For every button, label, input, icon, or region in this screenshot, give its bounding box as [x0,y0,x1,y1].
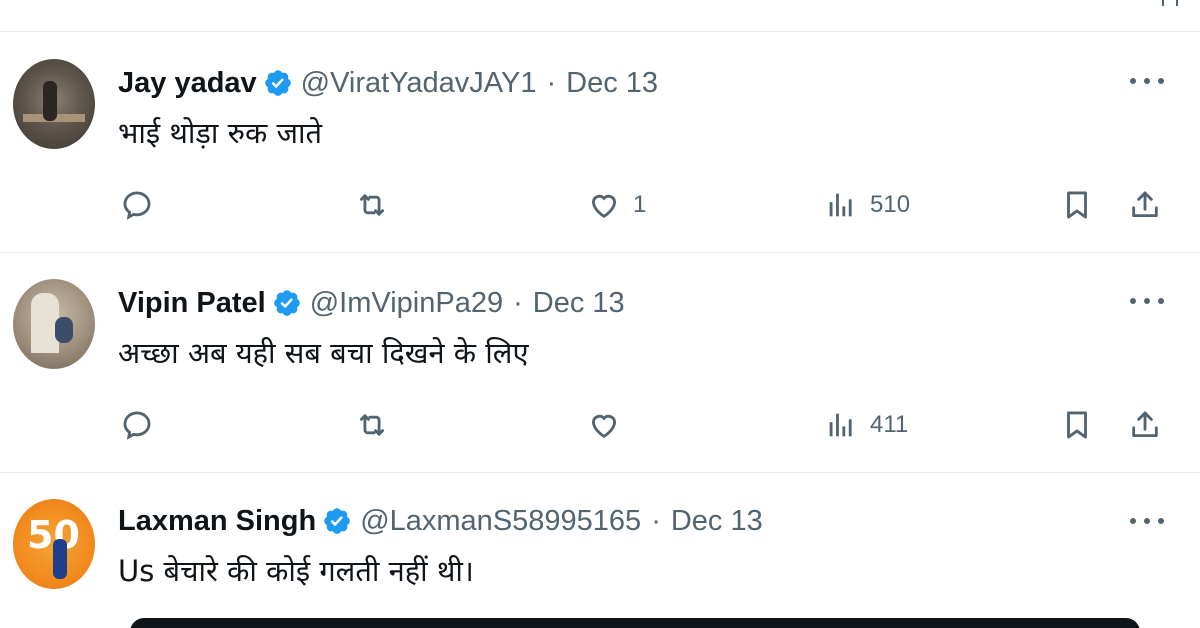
previous-tweet-edge [0,0,1200,32]
tweet-date[interactable]: Dec 13 [533,287,625,320]
media-preview-edge[interactable] [130,618,1140,628]
like-icon [591,414,617,438]
retweet-button[interactable] [355,403,389,447]
view-count: 411 [870,411,909,438]
user-handle[interactable]: @ImVipinPa29 [310,287,503,320]
reply-tweet[interactable]: Jay yadav @ViratYadavJAY1 · Dec 13 भाई थ… [0,33,1200,253]
tweet-header: Laxman Singh @LaxmanS58995165 · Dec 13 [118,503,763,539]
share-icon [1132,191,1158,218]
tweet-date[interactable]: Dec 13 [566,67,658,100]
reply-icon [123,191,151,220]
bookmark-button[interactable] [1060,183,1094,227]
separator: · [513,286,523,319]
avatar[interactable] [13,59,95,149]
separator: · [546,66,557,99]
views-icon [829,413,852,437]
retweet-button[interactable] [355,183,389,227]
more-icon[interactable] [1130,291,1164,311]
avatar[interactable] [13,279,95,369]
reply-icon [123,411,151,440]
views-button[interactable]: 510 [824,183,910,227]
tweet-text: अच्छा अब यही सब बचा दिखने के लिए [118,336,529,370]
reply-tweet[interactable]: 50 Laxman Singh @LaxmanS58995165 · Dec 1… [0,473,1200,628]
verified-badge-icon [273,290,300,316]
share-icon-fragment [1162,0,1178,6]
view-count: 510 [870,191,911,218]
more-icon[interactable] [1130,71,1164,91]
share-button[interactable] [1128,403,1162,447]
share-icon [1132,411,1158,438]
display-name[interactable]: Laxman Singh [118,505,316,538]
reply-tweet[interactable]: Vipin Patel @ImVipinPa29 · Dec 13 अच्छा … [0,253,1200,473]
user-handle[interactable]: @ViratYadavJAY1 [301,67,537,100]
like-icon [591,194,617,218]
tweet-header: Vipin Patel @ImVipinPa29 · Dec 13 [118,285,625,321]
bookmark-icon [1067,411,1087,439]
verified-badge-icon [324,508,351,534]
display-name[interactable]: Jay yadav [118,67,257,100]
retweet-icon [359,414,385,436]
display-name[interactable]: Vipin Patel [118,287,266,320]
reply-button[interactable] [120,403,154,447]
tweet-actions: 411 [0,403,1200,447]
like-button[interactable] [587,403,633,447]
avatar[interactable]: 50 [13,499,95,589]
verified-badge-icon [264,70,291,96]
retweet-icon [359,194,385,216]
share-button[interactable] [1128,183,1162,227]
tweet-actions: 1 510 [0,183,1200,227]
tweet-text: भाई थोड़ा रुक जाते [118,116,323,150]
like-button[interactable]: 1 [587,183,646,227]
bookmark-button[interactable] [1060,403,1094,447]
views-button[interactable]: 411 [824,403,908,447]
reply-button[interactable] [120,183,154,227]
tweet-text: Us बेचारे की कोई गलती नहीं थी। [118,554,474,588]
tweet-date[interactable]: Dec 13 [671,505,763,538]
more-icon[interactable] [1130,511,1164,531]
tweet-header: Jay yadav @ViratYadavJAY1 · Dec 13 [118,65,658,101]
separator: · [651,504,661,537]
user-handle[interactable]: @LaxmanS58995165 [360,505,641,538]
bookmark-icon [1067,191,1087,219]
like-count: 1 [633,191,647,218]
views-icon [829,193,852,217]
